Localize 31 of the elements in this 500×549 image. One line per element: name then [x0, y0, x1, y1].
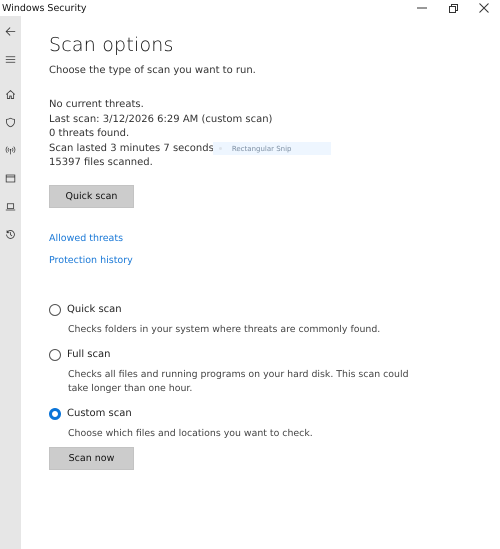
status-text: 15397 files scanned. [49, 156, 153, 170]
shield-icon[interactable] [5, 117, 16, 128]
home-icon[interactable] [5, 89, 16, 100]
quick-scan-button[interactable]: Quick scan [49, 184, 134, 208]
status-text: Last scan: 3/12/2026 6:29 AM (custom scan) [49, 112, 272, 126]
status-text: No current threats. [49, 98, 144, 112]
radio-button[interactable] [49, 408, 61, 420]
option-label: Quick scan [67, 304, 122, 315]
option-label: Full scan [67, 349, 110, 360]
option-label: Custom scan [67, 408, 132, 419]
option-description: Checks all files and running programs on your hard disk. This scan could take longer than one hour. [68, 368, 410, 396]
window-icon[interactable] [5, 173, 16, 184]
option-description: Checks folders in your system where threats are commonly found. [68, 322, 382, 336]
radio-button[interactable] [49, 348, 61, 360]
close-icon[interactable] [478, 2, 490, 14]
scan-now-button[interactable]: Scan now [49, 446, 134, 470]
status-text: 0 threats found. [49, 127, 130, 141]
page-subtitle: Choose the type of scan you want to run. [49, 65, 256, 76]
wireless-icon[interactable] [5, 145, 16, 156]
history-icon[interactable] [5, 229, 16, 240]
link[interactable]: Protection history [49, 254, 133, 266]
radio-button[interactable] [49, 304, 61, 316]
window-title: Windows Security [1, 2, 86, 14]
restore-icon[interactable] [447, 2, 459, 14]
status-text: Scan lasted 3 minutes 7 seconds [49, 142, 214, 156]
menu-icon[interactable] [5, 54, 16, 65]
laptop-icon[interactable] [5, 201, 16, 212]
back-icon[interactable] [5, 26, 16, 37]
option-description: Choose which files and locations you want to check. [68, 426, 314, 440]
link[interactable]: Allowed threats [49, 232, 133, 244]
page-title: Scan options [49, 34, 174, 56]
